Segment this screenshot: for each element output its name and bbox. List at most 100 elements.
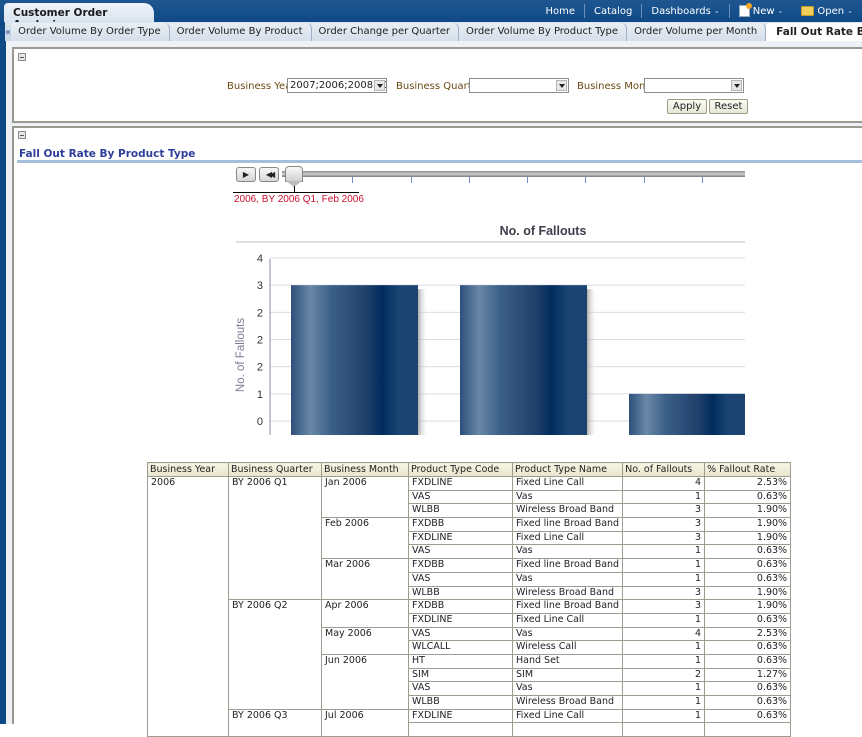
- cell-business-month: Jul 2006: [321, 708, 409, 737]
- cell-product-type-name: Vas: [511, 626, 624, 642]
- cell-no-of-fallouts: 1: [622, 653, 706, 669]
- slider-tick: [585, 177, 587, 183]
- cell-product-type-code: VAS: [408, 571, 513, 587]
- cell-fallout-rate: 0.63%: [704, 544, 792, 560]
- cell-fallout-rate: 1.27%: [704, 667, 792, 683]
- cell-no-of-fallouts: 3: [622, 599, 706, 614]
- business-quarter-select[interactable]: [469, 78, 569, 93]
- rewind-button[interactable]: ◀◀: [259, 167, 279, 182]
- column-header-business-year[interactable]: Business Year: [147, 462, 229, 477]
- nav-catalog[interactable]: Catalog: [585, 6, 641, 17]
- collapse-section-icon[interactable]: [18, 53, 26, 61]
- column-header-product-type-name[interactable]: Product Type Name: [511, 462, 624, 477]
- tab-order-volume-per-month[interactable]: Order Volume per Month: [627, 23, 767, 41]
- cell-no-of-fallouts: 2: [622, 667, 706, 683]
- reset-button[interactable]: Reset: [709, 99, 748, 114]
- chart-bar-fxdline[interactable]: [460, 285, 587, 435]
- cell-fallout-rate: 0.63%: [704, 695, 792, 710]
- nav-open[interactable]: Open ⌄: [792, 6, 862, 17]
- nav-dashboards-label: Dashboards: [651, 5, 711, 17]
- cell-product-type-code: WLBB: [408, 503, 513, 519]
- chart-y-tick-label: 2: [257, 307, 263, 319]
- nav-dashboards[interactable]: Dashboards ⌄: [642, 6, 728, 17]
- cell-no-of-fallouts: 3: [622, 517, 706, 532]
- cell-fallout-rate: 2.53%: [704, 476, 792, 491]
- cell-product-type-code: WLCALL: [408, 640, 513, 655]
- cell-product-type-code: WLBB: [408, 585, 513, 601]
- cell-product-type-name: Fixed Line Call: [511, 708, 624, 724]
- new-document-icon: [738, 3, 752, 17]
- dropdown-arrow-icon[interactable]: [556, 80, 567, 91]
- cell-product-type-code: FXDLINE: [408, 612, 513, 628]
- cell-product-type-name: Wireless Broad Band: [511, 503, 624, 519]
- table-row: BY 2006 Q2 Apr 2006 FXDBB Fixed line Broad …: [148, 599, 792, 710]
- collapse-section-icon[interactable]: [18, 131, 26, 139]
- cell-product-type-name: Vas: [511, 544, 624, 560]
- dropdown-arrow-icon[interactable]: [731, 80, 742, 91]
- title-underline: [17, 160, 862, 163]
- chart-y-tick-label: 1: [257, 389, 263, 401]
- nav-home[interactable]: Home: [536, 6, 584, 17]
- tab-order-change-per-quarter[interactable]: Order Change per Quarter: [311, 23, 460, 41]
- chart-y-tick-label: 4: [257, 253, 263, 265]
- cell-product-type-name: Fixed line Broad Band: [511, 599, 624, 614]
- table-row: BY 2006 Q3 Jul 2006 FXDLINE Fixed Line Call…: [148, 708, 792, 737]
- chart-bar-vas[interactable]: [629, 393, 745, 435]
- business-year-select[interactable]: 2007;2006;2008;200: [287, 78, 387, 93]
- chart-bars: [291, 285, 745, 435]
- cell-product-type-code: FXDBB: [408, 599, 513, 614]
- cell-product-type-code: VAS: [408, 626, 513, 642]
- table-header-row: Business Year Business Quarter Business …: [147, 462, 792, 477]
- tab-order-volume-by-product-type[interactable]: Order Volume By Product Type: [459, 23, 628, 41]
- dashboard-title-tab[interactable]: Customer Order Analysis: [4, 3, 154, 31]
- chevron-down-icon: ⌄: [847, 7, 853, 15]
- column-header-business-quarter[interactable]: Business Quarter: [228, 462, 322, 477]
- cell-product-type-name: Fixed Line Call: [511, 530, 624, 546]
- cell-no-of-fallouts: 4: [622, 476, 706, 491]
- nav-new[interactable]: New ⌄: [730, 3, 793, 17]
- column-header-business-month[interactable]: Business Month: [321, 462, 409, 477]
- cell-no-of-fallouts: 1: [622, 695, 706, 710]
- cell-product-type-code: VAS: [408, 544, 513, 560]
- cell-fallout-rate: 0.63%: [704, 640, 792, 655]
- cell-product-type-name: Fixed Line Call: [511, 476, 624, 491]
- cell-no-of-fallouts: 1: [622, 612, 706, 628]
- slider-tick: [468, 177, 470, 183]
- cell-no-of-fallouts: 3: [622, 503, 706, 519]
- column-header-fallout-rate[interactable]: % Fallout Rate: [704, 462, 792, 477]
- slider-label-rule: [233, 192, 359, 193]
- cell-fallout-rate: 1.90%: [704, 530, 792, 546]
- slider-current-value: 2006, BY 2006 Q1, Feb 2006: [234, 194, 364, 205]
- dropdown-arrow-icon[interactable]: [374, 80, 385, 91]
- cell-no-of-fallouts: 1: [622, 544, 706, 560]
- slider-tick: [527, 177, 529, 183]
- cell-fallout-rate: 0.63%: [704, 653, 792, 669]
- slider-tick: [702, 177, 703, 183]
- column-header-product-type-code[interactable]: Product Type Code: [408, 462, 513, 477]
- tab-fall-out-rate-by-product-type[interactable]: Fall Out Rate By Product Type: [766, 23, 862, 41]
- play-button[interactable]: ▶: [236, 167, 256, 182]
- tab-order-volume-by-product[interactable]: Order Volume By Product: [169, 23, 312, 41]
- chart-bar-fxdbb[interactable]: [291, 285, 418, 435]
- apply-button[interactable]: Apply: [667, 99, 707, 114]
- chevron-down-icon: ⌄: [777, 7, 784, 15]
- cell-product-type-name: [511, 722, 624, 737]
- column-header-no-of-fallouts[interactable]: No. of Fallouts: [622, 462, 706, 477]
- global-nav: Home Catalog Dashboards ⌄ New ⌄ Open ⌄: [536, 0, 862, 22]
- cell-fallout-rate: 1.90%: [704, 599, 792, 614]
- global-header: Customer Order Analysis Home Catalog Das…: [0, 0, 862, 31]
- page-tabs: « Order Volume By Order Type Order Volum…: [5, 22, 862, 41]
- slider-thumb[interactable]: [285, 166, 303, 182]
- fallout-pivot-table: Business Year Business Quarter Business …: [147, 462, 792, 737]
- cell-product-type-name: Vas: [511, 681, 624, 696]
- nav-catalog-label: Catalog: [593, 5, 633, 17]
- cell-product-type-code: FXDBB: [408, 558, 513, 573]
- business-month-select[interactable]: [644, 78, 744, 93]
- cell-product-type-name: Vas: [511, 571, 624, 587]
- cell-business-year: 2006: [147, 475, 229, 737]
- tab-order-volume-by-order-type[interactable]: Order Volume By Order Type: [11, 23, 170, 41]
- nav-home-label: Home: [545, 5, 575, 17]
- cell-business-quarter: BY 2006 Q2: [228, 599, 322, 710]
- chart-y-tick-label: 2: [257, 335, 263, 347]
- cell-product-type-name: Wireless Broad Band: [511, 695, 624, 710]
